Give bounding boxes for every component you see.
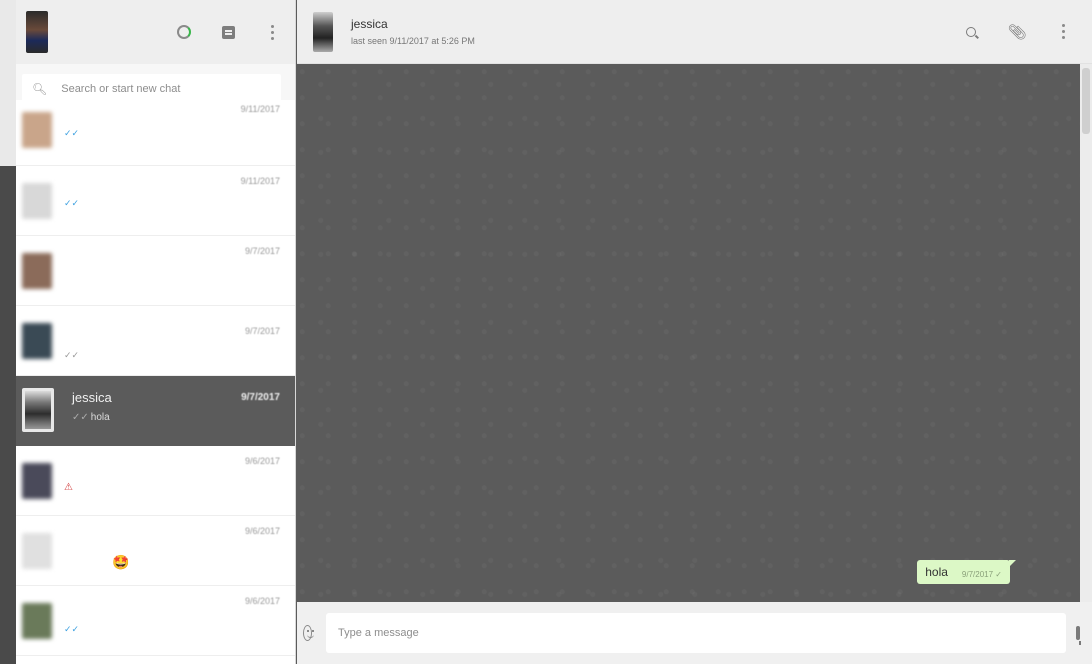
chat-item[interactable]: 9/11/2017 ✓✓ xyxy=(16,100,295,166)
contact-avatar xyxy=(22,533,52,569)
chat-item[interactable]: 9/7/2017 ✓✓ xyxy=(16,306,295,376)
warning-icon: ⚠ xyxy=(64,482,73,493)
status-icon[interactable] xyxy=(175,23,193,41)
chat-pane: jessica last seen 9/11/2017 at 5:26 PM 📎… xyxy=(297,0,1092,664)
sidebar-actions xyxy=(175,23,281,41)
contact-avatar xyxy=(22,323,52,359)
contact-avatar xyxy=(22,112,52,148)
chat-header: jessica last seen 9/11/2017 at 5:26 PM 📎… xyxy=(297,0,1092,64)
sidebar: 🔍︎ 9/11/2017 ✓✓ 9/11/2017 ✓✓ 9/7/2017 9 xyxy=(16,0,296,664)
message-input[interactable] xyxy=(326,613,1066,653)
chat-date: 9/11/2017 xyxy=(240,176,280,186)
contact-avatar xyxy=(22,388,54,432)
contact-avatar xyxy=(22,463,52,499)
read-receipt-icon: ✓✓ xyxy=(64,128,80,138)
search-icon[interactable] xyxy=(962,23,980,41)
chat-item[interactable]: 9/6/2017 ⚠ xyxy=(16,446,295,516)
my-avatar[interactable] xyxy=(26,11,48,53)
chat-item-jessica[interactable]: jessica 9/7/2017 ✓✓ hola xyxy=(16,376,295,446)
peer-last-seen: last seen 9/11/2017 at 5:26 PM xyxy=(351,36,475,46)
emoji-picker-icon[interactable] xyxy=(303,625,314,641)
chat-date: 9/11/2017 xyxy=(240,104,280,114)
chat-header-actions: 📎︎ xyxy=(962,23,1072,41)
menu-icon[interactable] xyxy=(1054,23,1072,41)
search-icon: 🔍︎ xyxy=(32,82,48,96)
contact-avatar xyxy=(22,603,52,639)
chat-scrollbar[interactable] xyxy=(1080,64,1092,602)
whatsapp-web-app: 🔍︎ 9/11/2017 ✓✓ 9/11/2017 ✓✓ 9/7/2017 9 xyxy=(0,0,1092,664)
chat-preview-text: hola xyxy=(90,412,110,423)
sidebar-header xyxy=(16,0,295,64)
contact-avatar xyxy=(22,253,52,289)
contact-avatar xyxy=(22,183,52,219)
chat-item[interactable]: 9/7/2017 xyxy=(16,236,295,306)
chat-item[interactable]: 9/6/2017 ✓✓ xyxy=(16,586,295,656)
chat-preview: ✓✓ hola xyxy=(72,412,110,423)
chat-list: 9/11/2017 ✓✓ 9/11/2017 ✓✓ 9/7/2017 9/7/2… xyxy=(16,100,295,656)
chat-date: 9/6/2017 xyxy=(244,596,280,606)
peer-name: jessica xyxy=(351,17,388,31)
peer-avatar[interactable] xyxy=(313,11,333,52)
message-area: hola 9/7/2017 ✓ xyxy=(297,64,1092,602)
read-receipt-icon: ✓✓ xyxy=(64,198,80,208)
read-receipt-icon: ✓✓ xyxy=(64,624,80,634)
read-receipt-icon: ✓✓ xyxy=(64,350,80,360)
search-input[interactable] xyxy=(61,83,262,95)
composer xyxy=(297,602,1092,664)
window-edge xyxy=(0,0,16,664)
message-time: 9/7/2017 ✓ xyxy=(961,570,1002,579)
outgoing-message[interactable]: hola 9/7/2017 ✓ xyxy=(917,560,1016,584)
chat-date: 9/6/2017 xyxy=(244,456,280,466)
emoji-icon: 🤩 xyxy=(112,554,130,570)
peer-info[interactable]: jessica last seen 9/11/2017 at 5:26 PM xyxy=(351,17,475,46)
chat-date: 9/7/2017 xyxy=(241,392,280,403)
new-chat-icon[interactable] xyxy=(219,23,237,41)
chat-date: 9/6/2017 xyxy=(244,526,280,536)
attach-icon[interactable]: 📎︎ xyxy=(1007,23,1026,41)
chat-date: 9/7/2017 xyxy=(244,326,280,336)
read-receipt-icon: ✓✓ xyxy=(72,412,89,423)
menu-icon[interactable] xyxy=(263,23,281,41)
chat-date: 9/7/2017 xyxy=(244,246,280,256)
chat-item[interactable]: 9/11/2017 ✓✓ xyxy=(16,166,295,236)
chat-name: jessica xyxy=(72,390,112,405)
message-text: hola xyxy=(925,565,948,579)
microphone-icon[interactable] xyxy=(1076,626,1081,645)
chat-item[interactable]: 9/6/2017 🤩 xyxy=(16,516,295,586)
